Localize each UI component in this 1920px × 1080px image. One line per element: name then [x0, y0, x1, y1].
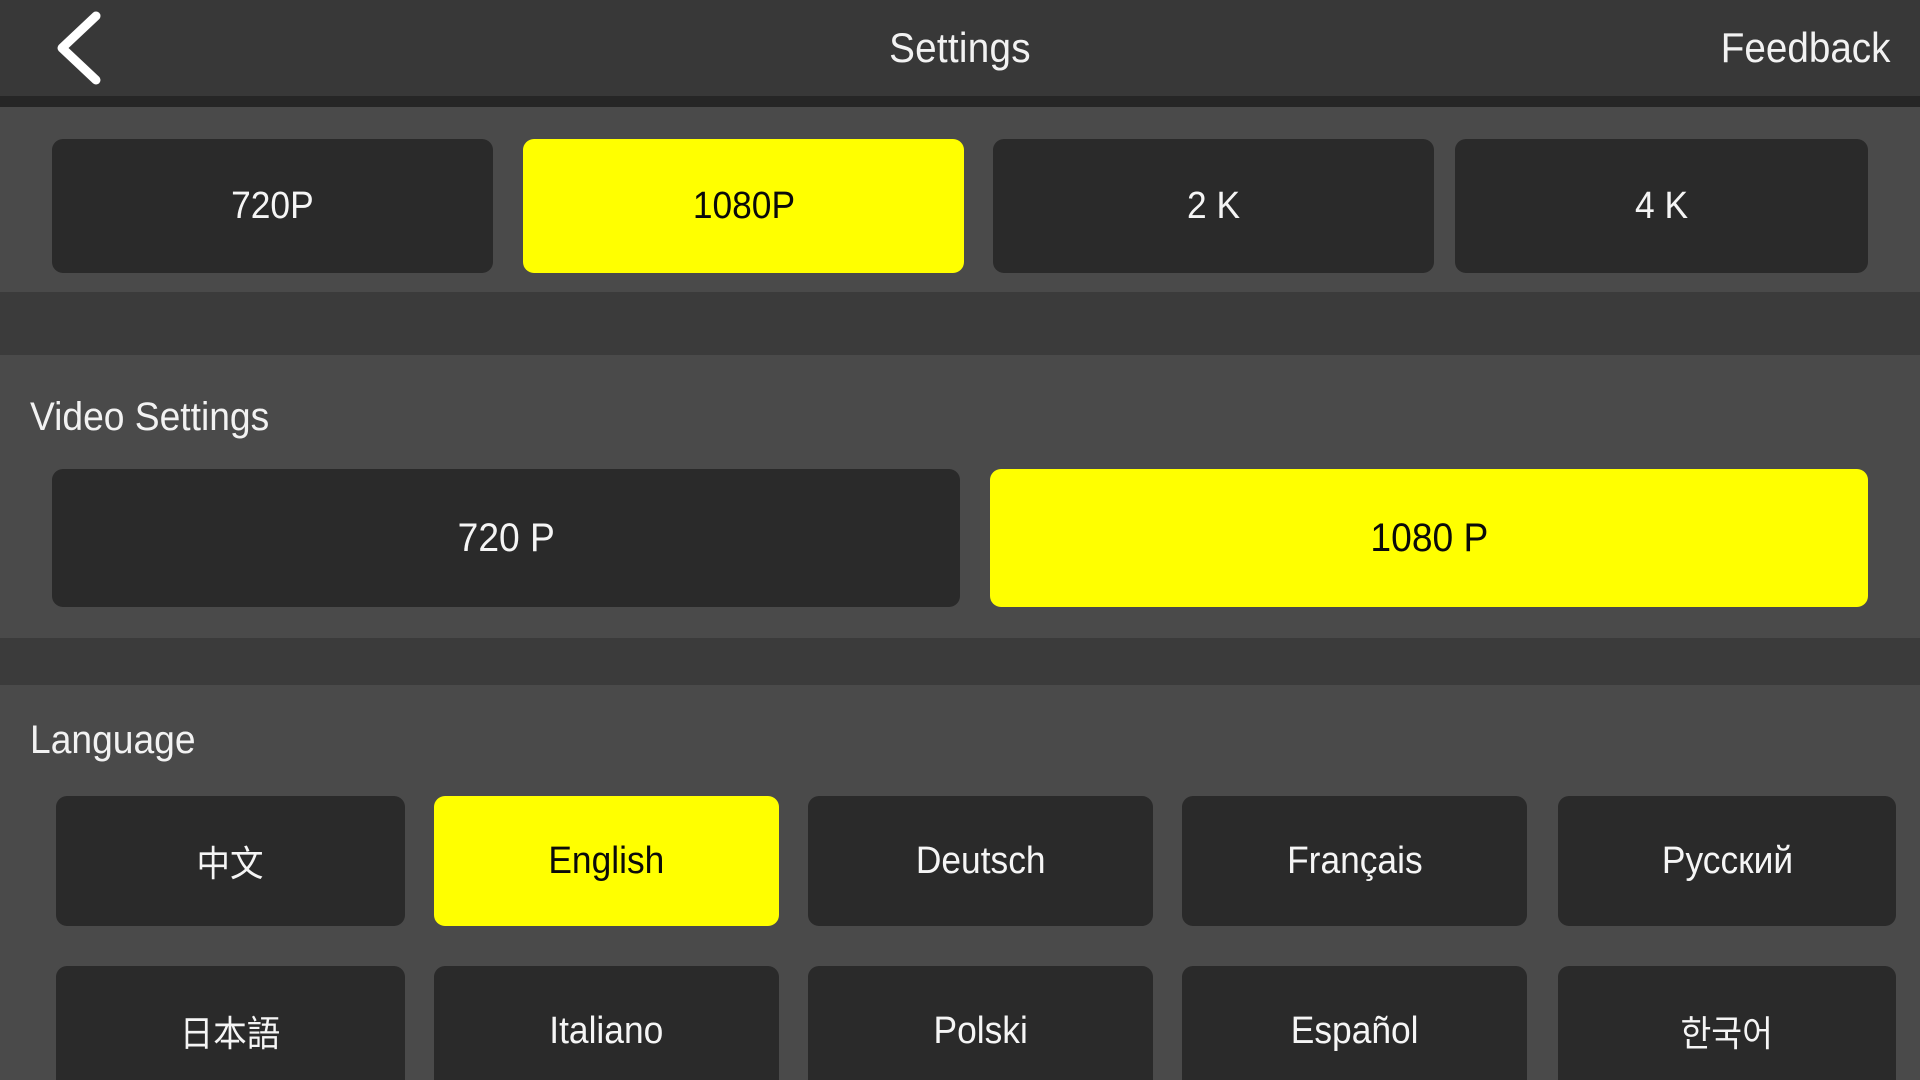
language-option-label: Polski [933, 1009, 1028, 1052]
language-title: Language [30, 718, 196, 762]
language-option-korean[interactable]: 한국어 [1558, 966, 1896, 1080]
video-option-label: 720 P [457, 515, 555, 560]
language-option-label: Français [1286, 839, 1423, 882]
language-option-label: English [548, 839, 665, 882]
section-separator-1 [0, 292, 1920, 355]
resolution-option-label: 4 K [1634, 184, 1689, 227]
language-option-label: Italiano [549, 1009, 664, 1052]
language-option-label: Русский [1661, 839, 1793, 882]
language-option-label: 한국어 [1680, 1014, 1774, 1055]
video-option-1080p[interactable]: 1080 P [990, 469, 1868, 607]
resolution-option-2k[interactable]: 2 K [993, 139, 1434, 273]
language-option-japanese[interactable]: 日本語 [56, 966, 405, 1080]
language-option-italiano[interactable]: Italiano [434, 966, 779, 1080]
resolution-option-label: 720P [231, 184, 314, 227]
resolution-option-4k[interactable]: 4 K [1455, 139, 1868, 273]
language-option-deutsch[interactable]: Deutsch [808, 796, 1153, 926]
language-option-english[interactable]: English [434, 796, 779, 926]
language-option-francais[interactable]: Français [1182, 796, 1527, 926]
resolution-option-1080p[interactable]: 1080P [523, 139, 964, 273]
video-option-label: 1080 P [1370, 515, 1488, 560]
resolution-option-label: 1080P [692, 184, 795, 227]
resolution-option-720p[interactable]: 720P [52, 139, 493, 273]
feedback-button[interactable]: Feedback [1720, 0, 1890, 96]
video-settings-title: Video Settings [30, 395, 270, 439]
language-option-chinese[interactable]: 中文 [56, 796, 405, 926]
section-separator-2 [0, 638, 1920, 685]
settings-screen: Settings Feedback 720P 1080P 2 K 4 K Vid… [0, 0, 1920, 1080]
language-option-russian[interactable]: Русский [1558, 796, 1896, 926]
language-option-label: 日本語 [180, 1014, 281, 1055]
video-option-720p[interactable]: 720 P [52, 469, 960, 607]
header-divider [0, 96, 1920, 107]
page-title: Settings [889, 24, 1031, 71]
language-option-polski[interactable]: Polski [808, 966, 1153, 1080]
language-option-label: 中文 [197, 844, 264, 885]
language-option-espanol[interactable]: Español [1182, 966, 1527, 1080]
app-header: Settings Feedback [0, 0, 1920, 96]
language-option-label: Español [1290, 1009, 1419, 1052]
language-option-label: Deutsch [915, 839, 1046, 882]
resolution-option-label: 2 K [1186, 184, 1241, 227]
